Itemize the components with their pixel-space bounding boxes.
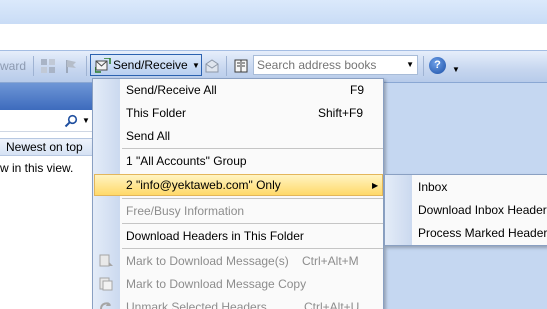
menu-item-label: Send All bbox=[126, 129, 171, 143]
menu-item-mark-to-download: Mark to Download Message(s) Ctrl+Alt+M bbox=[94, 250, 383, 272]
send-receive-menu: Send/Receive All F9 This Folder Shift+F9… bbox=[92, 78, 384, 309]
menu-item-download-headers[interactable]: Download Headers in This Folder bbox=[94, 225, 383, 247]
empty-view-message: w in this view. bbox=[0, 161, 74, 175]
toolbar-options-icon[interactable]: ▼ bbox=[452, 65, 460, 74]
follow-up-flag-icon[interactable] bbox=[63, 58, 79, 74]
send-receive-label: Send/Receive bbox=[113, 58, 188, 72]
menu-separator bbox=[122, 223, 383, 224]
sort-order-label: Newest on top bbox=[6, 140, 83, 154]
address-book-search[interactable]: ▼ bbox=[253, 55, 418, 75]
mark-copy-icon bbox=[99, 277, 113, 291]
menu-item-label: Inbox bbox=[418, 180, 448, 194]
instant-search-bar[interactable]: ▼ bbox=[0, 112, 92, 132]
submenu-item-inbox[interactable]: Inbox bbox=[385, 176, 547, 198]
menu-item-label: Unmark Selected Headers bbox=[126, 300, 267, 309]
menu-separator bbox=[122, 198, 383, 199]
chevron-down-icon[interactable]: ▼ bbox=[82, 116, 90, 125]
forward-button[interactable]: ward bbox=[0, 58, 26, 74]
menu-item-shortcut: Ctrl+Alt+M bbox=[302, 254, 359, 268]
account-submenu: Inbox Download Inbox Headers Process Mar… bbox=[384, 174, 547, 246]
menu-item-label: Download Headers in This Folder bbox=[126, 229, 304, 243]
menu-item-shortcut: Shift+F9 bbox=[318, 106, 364, 120]
menu-item-send-receive-all[interactable]: Send/Receive All F9 bbox=[94, 79, 383, 101]
menu-item-label: Download Inbox Headers bbox=[418, 203, 547, 217]
menu-item-label: Mark to Download Message Copy bbox=[126, 277, 307, 291]
menu-item-account-only[interactable]: 2 "info@yektaweb.com" Only ▶ bbox=[94, 174, 383, 196]
help-icon[interactable]: ? bbox=[429, 57, 446, 74]
toolbar-separator bbox=[33, 56, 34, 76]
menu-item-shortcut: F9 bbox=[350, 83, 365, 97]
search-address-books-input[interactable] bbox=[254, 56, 402, 74]
search-icon[interactable] bbox=[64, 114, 78, 128]
toolbar-separator bbox=[226, 56, 227, 76]
menu-item-label: This Folder bbox=[126, 106, 187, 120]
menu-item-label: 1 "All Accounts" Group bbox=[126, 154, 247, 168]
menu-item-free-busy: Free/Busy Information bbox=[94, 200, 383, 222]
unmark-icon bbox=[100, 302, 111, 309]
menu-item-mark-download-copy: Mark to Download Message Copy bbox=[94, 273, 383, 295]
send-receive-icon bbox=[95, 58, 111, 73]
menu-item-this-folder[interactable]: This Folder Shift+F9 bbox=[94, 102, 383, 124]
chevron-down-icon: ▼ bbox=[192, 61, 200, 70]
categorize-icon[interactable] bbox=[40, 58, 56, 74]
menu-item-unmark-headers: Unmark Selected Headers Ctrl+Alt+U bbox=[94, 296, 383, 309]
menu-item-label: Free/Busy Information bbox=[126, 204, 245, 218]
send-receive-button[interactable]: Send/Receive ▼ bbox=[90, 54, 202, 76]
menu-separator bbox=[122, 148, 383, 149]
toolbar-separator bbox=[86, 56, 87, 76]
submenu-item-download-inbox-headers[interactable]: Download Inbox Headers bbox=[385, 199, 547, 221]
menu-item-shortcut: Ctrl+Alt+U bbox=[304, 300, 360, 309]
chevron-down-icon[interactable]: ▼ bbox=[406, 60, 414, 69]
address-book-icon[interactable] bbox=[233, 58, 249, 74]
mark-download-icon bbox=[99, 254, 113, 267]
ribbon-gap bbox=[0, 24, 547, 50]
toolbar-separator bbox=[423, 56, 424, 76]
envelope-icon[interactable] bbox=[204, 58, 220, 74]
menu-item-label: Mark to Download Message(s) bbox=[126, 254, 289, 268]
menu-separator bbox=[122, 248, 383, 249]
menu-item-label: Process Marked Headers bbox=[418, 226, 547, 240]
arrange-by-header[interactable]: Newest on top bbox=[0, 138, 92, 156]
menu-item-label: Send/Receive All bbox=[126, 83, 217, 97]
window-top-band bbox=[0, 0, 547, 24]
pane-header bbox=[0, 83, 92, 110]
menu-item-label: 2 "info@yektaweb.com" Only bbox=[126, 178, 281, 192]
menu-item-all-accounts-group[interactable]: 1 "All Accounts" Group bbox=[94, 150, 383, 172]
menu-item-send-all[interactable]: Send All bbox=[94, 125, 383, 147]
submenu-item-process-marked-headers[interactable]: Process Marked Headers bbox=[385, 222, 547, 244]
submenu-arrow-icon: ▶ bbox=[372, 181, 379, 190]
